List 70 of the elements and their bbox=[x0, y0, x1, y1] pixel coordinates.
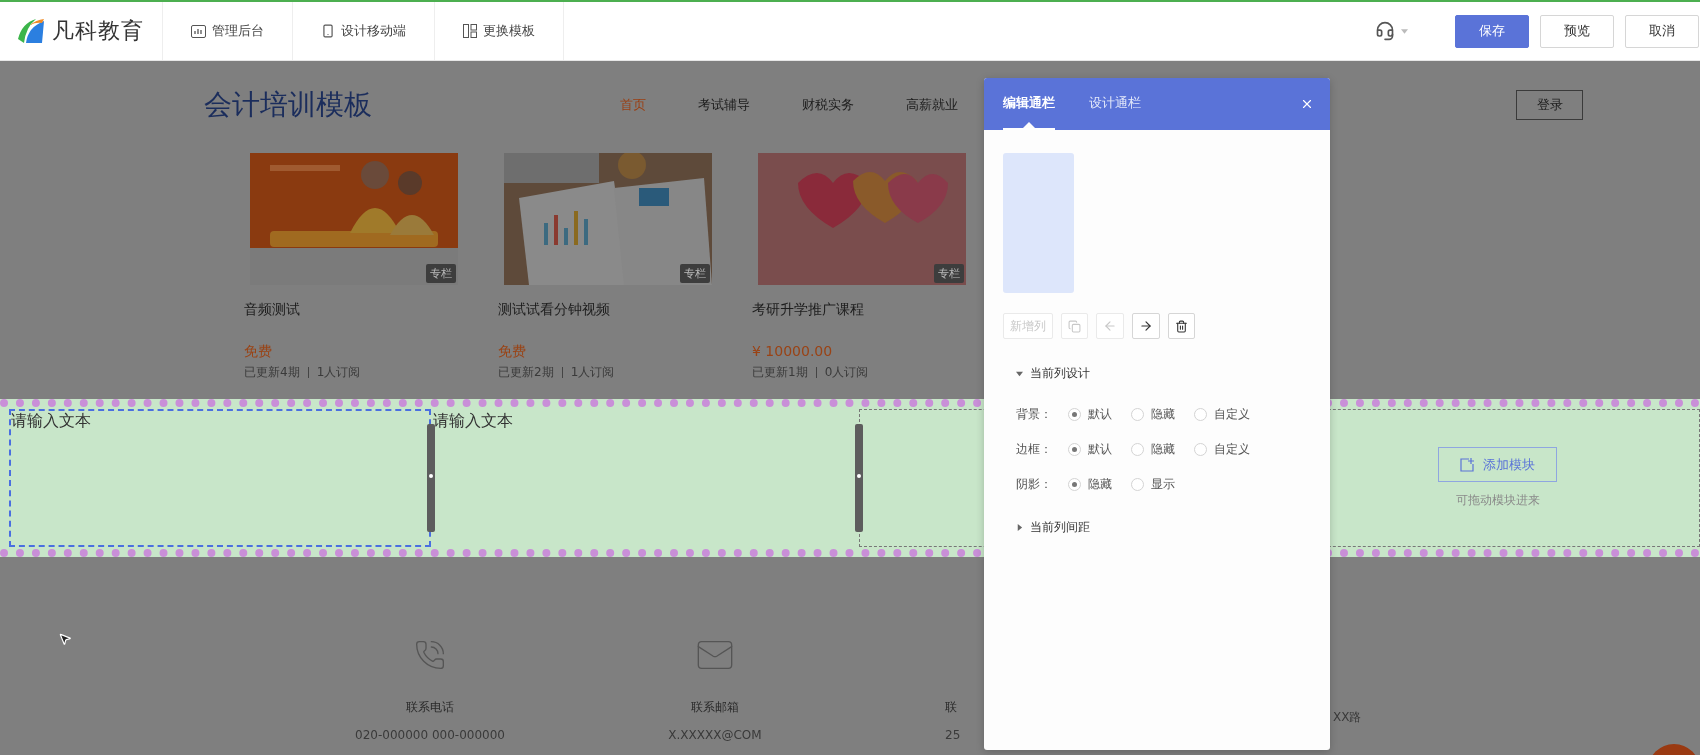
mobile-icon bbox=[321, 24, 335, 38]
option-label: 阴影： bbox=[1016, 476, 1053, 493]
contact-value: 020-000000 000-000000 bbox=[355, 727, 505, 744]
nav-link[interactable]: 管理后台 bbox=[163, 2, 293, 60]
nav-link[interactable]: 设计移动端 bbox=[293, 2, 435, 60]
trash-icon bbox=[1175, 319, 1188, 333]
add-icon bbox=[1460, 457, 1475, 472]
nav-link[interactable]: 更换模板 bbox=[435, 2, 564, 60]
course-meta: 已更新4期 bbox=[244, 364, 300, 381]
site-nav-link[interactable]: 财税实务 bbox=[802, 96, 854, 114]
caret-icon bbox=[1401, 28, 1408, 34]
radio-option[interactable]: 隐藏 bbox=[1131, 441, 1175, 458]
phone-icon bbox=[414, 639, 446, 671]
course-meta: 已更新1期 bbox=[752, 364, 808, 381]
band-column[interactable]: 请输入文本 bbox=[431, 409, 859, 547]
resize-handle[interactable] bbox=[855, 424, 863, 532]
logo-icon bbox=[16, 17, 46, 45]
contact-value: 25 bbox=[945, 727, 961, 744]
radio-option[interactable]: 隐藏 bbox=[1131, 406, 1175, 423]
radio-option[interactable]: 自定义 bbox=[1194, 441, 1250, 458]
column-text: 请输入文本 bbox=[11, 411, 91, 431]
caret-icon bbox=[1016, 524, 1023, 531]
template-icon bbox=[463, 24, 477, 38]
contact-title: 联系邮箱 bbox=[691, 699, 739, 716]
radio-option[interactable]: 自定义 bbox=[1194, 406, 1250, 423]
contact-value: XX路 bbox=[1333, 709, 1362, 726]
logo-text: 凡科教育 bbox=[52, 17, 144, 45]
toolbar-button[interactable]: 预览 bbox=[1540, 14, 1614, 48]
course-meta: 1人订阅 bbox=[316, 364, 361, 381]
headset-icon[interactable] bbox=[1375, 21, 1395, 41]
radio-option[interactable]: 默认 bbox=[1068, 441, 1112, 458]
option-label: 背景： bbox=[1016, 406, 1053, 423]
course-price: 免费 bbox=[498, 342, 527, 361]
site-title: 会计培训模板 bbox=[204, 87, 372, 123]
course-title[interactable]: 测试试看分钟视频 bbox=[498, 299, 718, 319]
course-title[interactable]: 考研升学推广课程 bbox=[752, 299, 972, 319]
radio-option[interactable]: 默认 bbox=[1068, 406, 1112, 423]
hint-text: 可拖动模块进来 bbox=[1455, 492, 1540, 509]
contact-value: X.XXXXX@COM bbox=[668, 727, 762, 744]
cursor-icon bbox=[58, 632, 72, 646]
course-title[interactable]: 音频测试 bbox=[244, 299, 464, 319]
contact-title: 联系电话 bbox=[406, 699, 454, 716]
radio-option[interactable]: 隐藏 bbox=[1068, 476, 1112, 493]
resize-handle[interactable] bbox=[427, 424, 435, 532]
copy-icon bbox=[1068, 319, 1081, 333]
course-badge: 专栏 bbox=[680, 264, 710, 283]
section-toggle[interactable]: 当前列间距 bbox=[1003, 519, 1311, 536]
course-badge: 专栏 bbox=[934, 264, 964, 283]
course-badge: 专栏 bbox=[426, 264, 456, 283]
close-button[interactable] bbox=[1300, 97, 1314, 111]
site-nav-link[interactable]: 考试辅导 bbox=[698, 96, 750, 114]
section-toggle[interactable]: 当前列设计 bbox=[1003, 365, 1311, 382]
radio-option[interactable]: 显示 bbox=[1131, 476, 1175, 493]
course-meta: 已更新2期 bbox=[498, 364, 554, 381]
panel-tab[interactable]: 设计通栏 bbox=[1089, 78, 1141, 130]
login-button[interactable]: 登录 bbox=[1516, 90, 1583, 120]
course-meta: 0人订阅 bbox=[824, 364, 869, 381]
panel-tab[interactable]: 编辑通栏 bbox=[1003, 78, 1055, 130]
site-nav-link[interactable]: 高薪就业 bbox=[906, 96, 958, 114]
tool-button[interactable] bbox=[1168, 313, 1195, 339]
caret-icon bbox=[1016, 370, 1023, 377]
column-text: 请输入文本 bbox=[433, 411, 513, 431]
option-label: 边框： bbox=[1016, 441, 1053, 458]
chart-icon bbox=[191, 24, 206, 38]
toolbar-button[interactable]: 取消 bbox=[1625, 14, 1699, 48]
course-price: ¥ 10000.00 bbox=[752, 342, 834, 361]
contact-title: 联 bbox=[945, 699, 957, 716]
course-price: 免费 bbox=[244, 342, 273, 361]
save-button[interactable]: 保存 bbox=[1455, 14, 1529, 48]
course-meta: 1人订阅 bbox=[570, 364, 615, 381]
